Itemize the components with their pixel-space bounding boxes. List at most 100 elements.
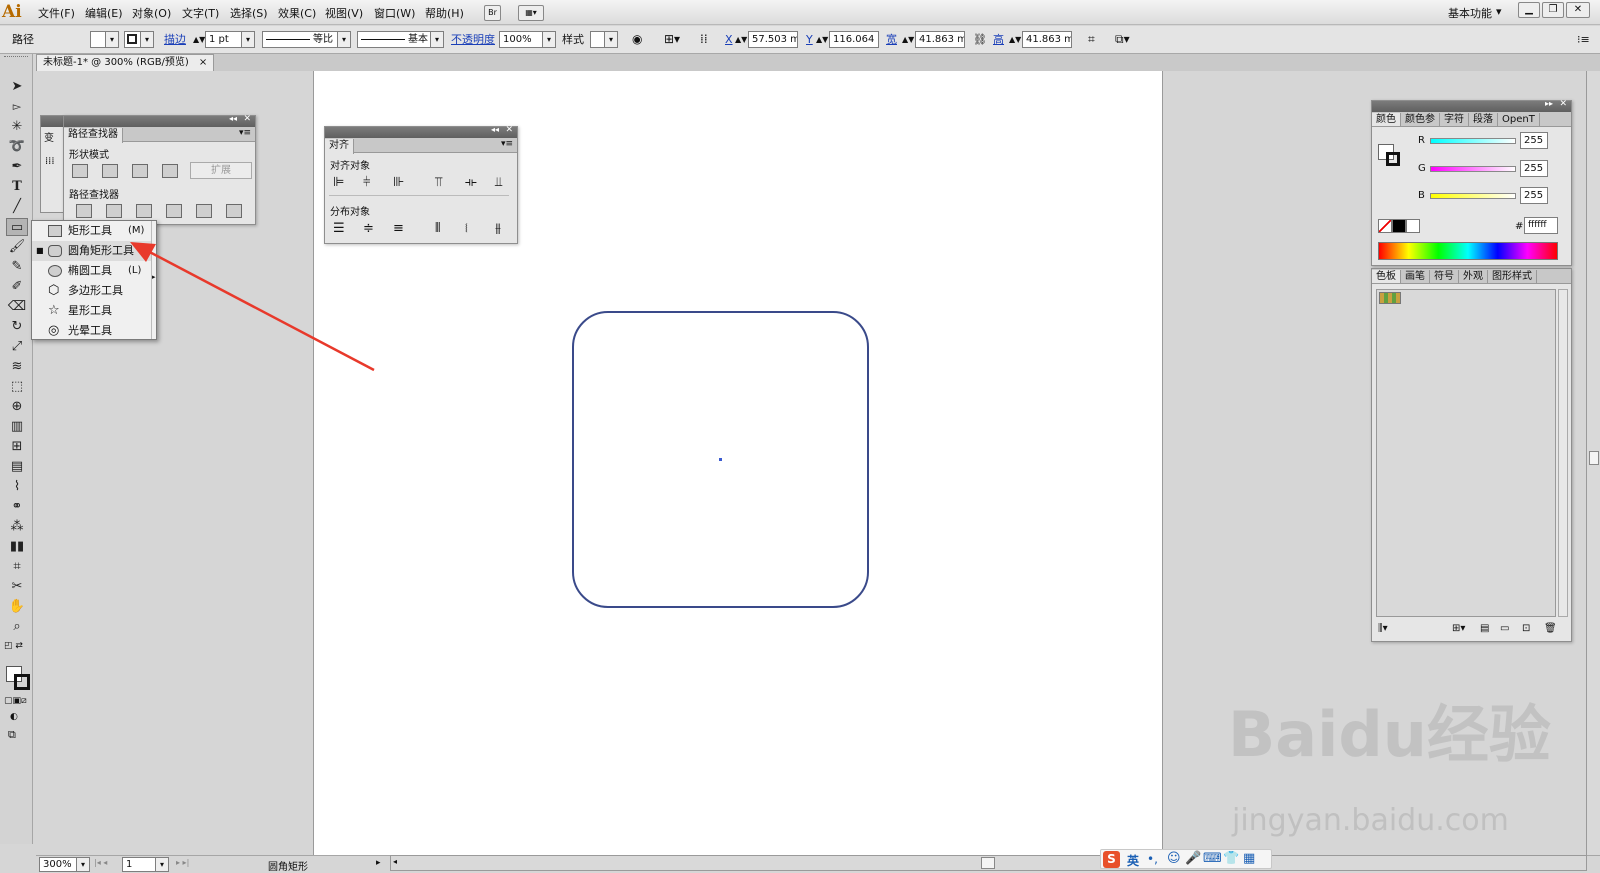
collapse-panel-icon[interactable]: ◂◂ [229, 114, 237, 123]
bridge-button[interactable]: Br [484, 5, 501, 21]
hand-tool-icon[interactable]: ✋ [6, 598, 28, 616]
swatch-options-icon[interactable]: ▤ [1480, 623, 1489, 634]
panel-menu-icon[interactable]: ▾≡ [239, 128, 251, 138]
symbol-sprayer-tool-icon[interactable]: ⁂ [6, 518, 28, 536]
close-tab-icon[interactable]: × [199, 57, 207, 68]
tab-color[interactable]: 颜色 [1372, 113, 1401, 126]
workspace-chevron-icon[interactable]: ▾ [1496, 5, 1502, 18]
intersect-icon[interactable] [132, 164, 148, 178]
align-left-icon[interactable]: ⊫ [333, 175, 344, 190]
swatch-kinds-icon[interactable]: ⊞▾ [1452, 623, 1465, 634]
zoom-dropdown[interactable]: ▾ [77, 857, 90, 872]
zoom-input[interactable]: 300% [39, 857, 77, 872]
perspective-grid-tool-icon[interactable]: ▥ [6, 418, 28, 436]
sogou-logo[interactable]: S [1103, 851, 1120, 868]
outline-icon[interactable] [196, 204, 212, 218]
control-menu-icon[interactable]: ⁝≡ [1577, 31, 1590, 48]
color-mode-icons[interactable]: ▢▣⧄ [4, 696, 27, 706]
menu-window[interactable]: 窗口(W) [374, 5, 415, 21]
pencil-tool-icon[interactable]: ✎ [6, 258, 28, 276]
crop-icon[interactable] [166, 204, 182, 218]
tab-character[interactable]: 字符 [1440, 113, 1469, 126]
tab-color-guide[interactable]: 颜色参 [1401, 113, 1440, 126]
brush-definition[interactable]: 基本 [357, 31, 431, 48]
align-right-icon[interactable]: ⊪ [393, 175, 404, 190]
tab-paragraph[interactable]: 段落 [1469, 113, 1498, 126]
align-collapse-icon[interactable]: ◂◂ [491, 125, 499, 134]
scale-tool-icon[interactable]: ⤢ [6, 338, 28, 356]
paintbrush-tool-icon[interactable]: 🖌 [6, 238, 28, 256]
menu-type[interactable]: 文字(T) [182, 5, 219, 21]
menu-view[interactable]: 视图(V) [325, 5, 363, 21]
recolor-icon[interactable]: ◉ [632, 31, 642, 48]
swatch-scrollbar[interactable] [1558, 289, 1568, 617]
height-input[interactable]: 41.863 m [1022, 31, 1072, 48]
artboard-tool-icon[interactable]: ⌗ [6, 558, 28, 576]
pen-tool-icon[interactable]: ✒ [6, 158, 28, 176]
align-bottom-icon[interactable]: ⫫ [495, 175, 502, 190]
stroke-label[interactable]: 描边 [164, 31, 186, 48]
b-input[interactable]: 255 [1520, 187, 1548, 204]
delete-swatch-icon[interactable]: 🗑 [1544, 623, 1557, 634]
tab-opentype[interactable]: OpenT [1498, 113, 1540, 126]
artboard-number-input[interactable]: 1 [122, 857, 156, 872]
minus-back-icon[interactable] [226, 204, 242, 218]
graphic-style-swatch[interactable] [590, 31, 605, 48]
opacity-label[interactable]: 不透明度 [451, 31, 495, 48]
hex-input[interactable]: ffffff [1524, 217, 1558, 234]
none-swatch[interactable] [1378, 219, 1392, 233]
draw-mode-icon[interactable]: ◐ [10, 712, 18, 722]
next-artboard-icon[interactable]: ▸ ▸| [176, 858, 189, 867]
x-stepper-icon[interactable]: ▲▼ [735, 31, 747, 48]
y-stepper-icon[interactable]: ▲▼ [816, 31, 828, 48]
arrange-documents-button[interactable]: ▦▾ [518, 5, 544, 21]
align-vcenter-icon[interactable]: ⟛ [465, 175, 477, 190]
stroke-swatch[interactable] [124, 31, 141, 48]
swatch-library-icon[interactable]: ⫼▾ [1378, 623, 1388, 634]
pattern-swatch[interactable] [1379, 292, 1401, 304]
divide-icon[interactable] [76, 204, 92, 218]
menu-edit[interactable]: 编辑(E) [85, 5, 123, 21]
stroke-weight-dropdown[interactable]: ▾ [242, 31, 255, 48]
screen-mode-icon[interactable]: ⧉ [8, 728, 16, 742]
menu-select[interactable]: 选择(S) [230, 5, 268, 21]
ime-skin-icon[interactable]: 👕 [1223, 851, 1239, 866]
distribute-right-icon[interactable]: ⫵ [495, 221, 501, 236]
width-input[interactable]: 41.863 m [915, 31, 965, 48]
tools-grip[interactable] [4, 56, 28, 62]
free-transform-tool-icon[interactable]: ⬚ [6, 378, 28, 396]
unite-icon[interactable] [72, 164, 88, 178]
warp-tool-icon[interactable]: ≋ [6, 358, 28, 376]
tab-symbols[interactable]: 符号 [1430, 270, 1459, 283]
minus-front-icon[interactable] [102, 164, 118, 178]
isolate-icon[interactable]: ⧉▾ [1115, 31, 1130, 48]
minimize-button[interactable]: ▁ [1518, 2, 1540, 18]
document-tab[interactable]: 未标题-1* @ 300% (RGB/预览) × [36, 54, 215, 71]
menu-object[interactable]: 对象(O) [132, 5, 171, 21]
new-group-icon[interactable]: ▭ [1500, 623, 1509, 634]
fill-dropdown[interactable]: ▾ [106, 31, 119, 48]
type-tool-icon[interactable]: T [6, 178, 28, 196]
r-input[interactable]: 255 [1520, 132, 1548, 149]
g-slider[interactable] [1430, 166, 1516, 172]
first-artboard-icon[interactable]: |◂ ◂ [94, 858, 107, 867]
exclude-icon[interactable] [162, 164, 178, 178]
vertical-scrollbar[interactable] [1586, 71, 1600, 855]
tab-appearance[interactable]: 外观 [1459, 270, 1488, 283]
swap-fill-stroke-icon[interactable]: ◰ ⇄ [4, 641, 23, 651]
swatch-list[interactable] [1376, 289, 1556, 617]
menu-help[interactable]: 帮助(H) [425, 5, 464, 21]
new-swatch-icon[interactable]: ⊡ [1522, 623, 1530, 634]
r-slider[interactable] [1430, 138, 1516, 144]
transform-panel-tab[interactable]: 变 [44, 129, 54, 144]
column-graph-tool-icon[interactable]: ▮▮ [6, 538, 28, 556]
height-stepper-icon[interactable]: ▲▼ [1009, 31, 1021, 48]
close-panel-icon[interactable]: ✕ [243, 114, 251, 124]
blob-brush-tool-icon[interactable]: ✐ [6, 278, 28, 296]
ime-keyboard-icon[interactable]: ⌨ [1203, 851, 1222, 866]
align-hcenter-icon[interactable]: ⫩ [363, 175, 370, 190]
reference-point-grid-icon[interactable]: ⁞⁞⁞ [45, 156, 55, 167]
x-input[interactable]: 57.503 m [748, 31, 798, 48]
color-close-icon[interactable]: ✕ [1559, 99, 1567, 109]
restore-button[interactable]: ❐ [1542, 2, 1564, 18]
